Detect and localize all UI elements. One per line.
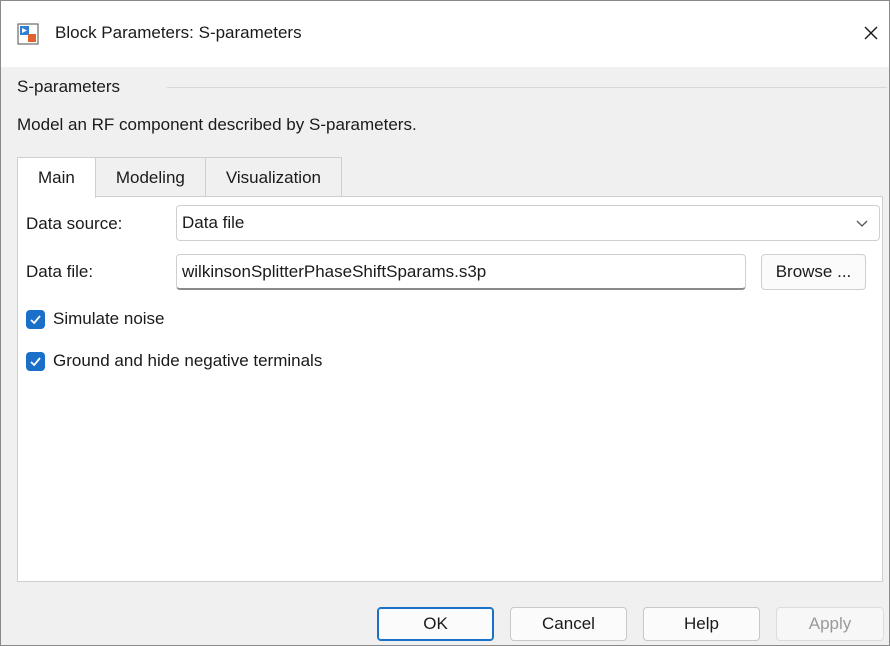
apply-button[interactable]: Apply [776,607,884,641]
close-button[interactable] [853,15,889,51]
chevron-down-icon [856,220,868,227]
data-source-label: Data source: [26,214,123,233]
title-bar[interactable]: Block Parameters: S-parameters [1,1,889,67]
ground-negative-terminals-label: Ground and hide negative terminals [53,351,323,370]
tab-visualization[interactable]: Visualization [204,157,342,197]
data-file-label: Data file: [26,262,94,281]
ok-button[interactable]: OK [377,607,494,641]
checkbox-checked-icon [26,351,45,371]
close-icon [864,26,878,40]
simulink-block-icon [17,23,39,45]
data-file-input[interactable] [176,254,746,290]
cancel-button[interactable]: Cancel [510,607,627,641]
simulate-noise-label: Simulate noise [53,309,165,328]
main-tab-panel: Data source: Data file Data file: Browse… [17,196,883,582]
browse-button[interactable]: Browse ... [761,254,866,290]
ground-negative-terminals-checkbox[interactable]: Ground and hide negative terminals [26,351,322,371]
block-description: Model an RF component described by S-par… [17,115,417,134]
simulate-noise-checkbox[interactable]: Simulate noise [26,309,165,329]
block-parameters-dialog: Block Parameters: S-parameters S-paramet… [0,0,890,646]
checkbox-checked-icon [26,309,45,329]
data-source-value: Data file [182,213,245,232]
help-button[interactable]: Help [643,607,760,641]
window-title: Block Parameters: S-parameters [55,23,302,42]
data-source-select[interactable]: Data file [176,205,880,241]
tab-bar: Main Modeling Visualization [17,157,342,198]
group-legend: S-parameters [17,77,126,97]
group-divider [167,87,887,88]
tab-modeling[interactable]: Modeling [94,157,206,197]
description-group: S-parameters Model an RF component descr… [17,77,887,139]
tab-main[interactable]: Main [17,157,96,198]
